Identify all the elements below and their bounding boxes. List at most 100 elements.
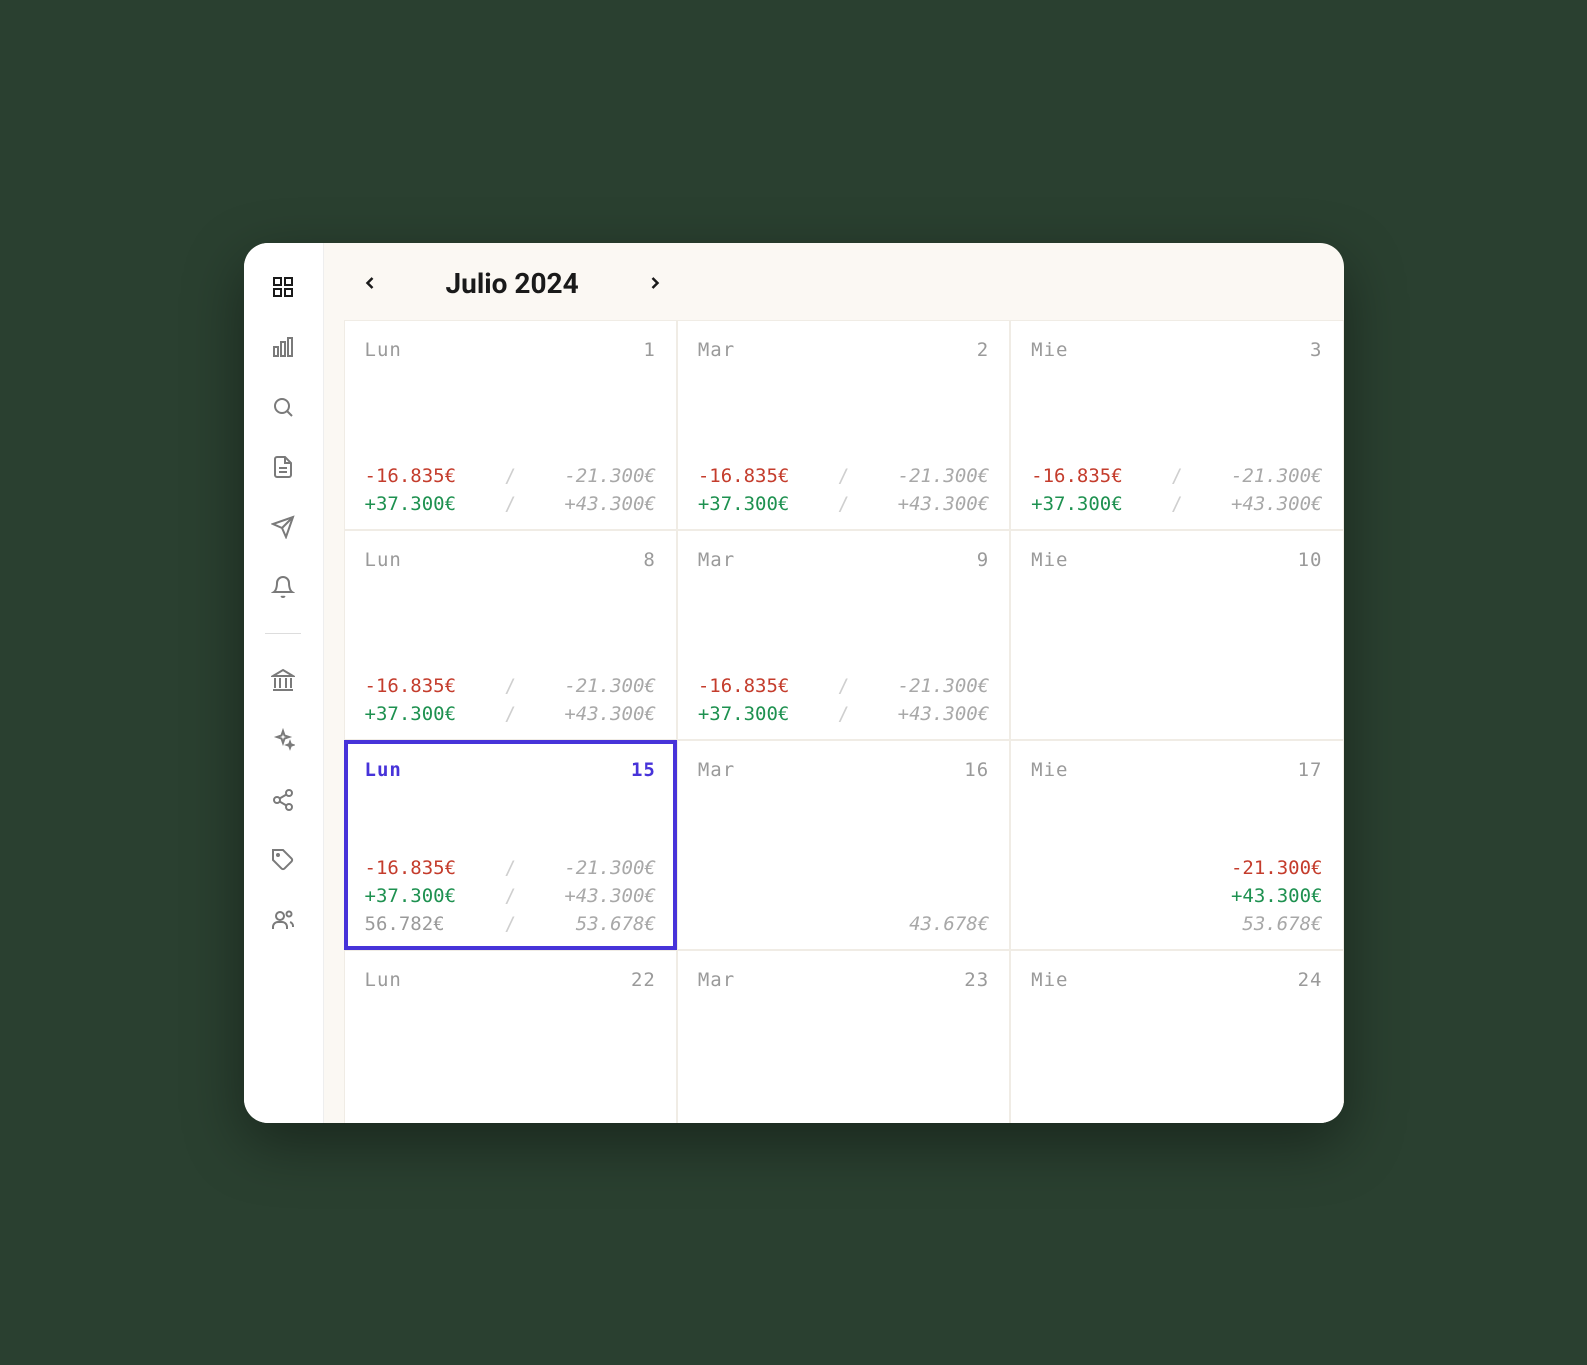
bell-icon[interactable] — [269, 573, 297, 601]
sidebar — [244, 243, 324, 1123]
day-of-week: Mar — [698, 759, 735, 781]
amount-right: 43.678€ — [909, 913, 989, 935]
month-title: Julio 2024 — [446, 267, 579, 300]
slash-separator: / — [1171, 493, 1182, 515]
day-header: Mar9 — [698, 549, 989, 571]
amount-right: +43.300€ — [564, 885, 656, 907]
slash-separator: / — [838, 465, 849, 487]
day-cell[interactable]: Mie3 -16.835€ / -21.300€ +37.300€ / +43.300€ — [1010, 320, 1343, 530]
day-cell[interactable]: Mar 16 43.678€ — [677, 740, 1010, 950]
amount-row: -21.300€ — [1031, 857, 1322, 879]
day-amounts: -16.835€/-21.300€+37.300€/+43.300€ — [365, 465, 656, 515]
amount-left: +37.300€ — [1031, 493, 1123, 515]
day-of-week: Mie — [1031, 549, 1068, 571]
day-header: Lun1 — [365, 339, 656, 361]
day-header: Mie 17 — [1031, 759, 1322, 781]
amount-left: -16.835€ — [365, 465, 457, 487]
amount-row: -16.835€/-21.300€ — [365, 465, 656, 487]
next-month-button[interactable] — [639, 267, 671, 299]
calendar-grid: Lun1 -16.835€ / -21.300€ +37.300€ / +43.300€ Ma… — [344, 320, 1344, 1123]
amount-right: 53.678€ — [1242, 913, 1322, 935]
day-cell[interactable]: Mie 17 -21.300€ +43.300€ 53.678€ — [1010, 740, 1343, 950]
amount-row: -16.835€/-21.300€ — [698, 675, 989, 697]
day-cell[interactable]: Mar2-16.835€/-21.300€+37.300€/+43.300€ — [677, 320, 1010, 530]
day-cell[interactable]: Lun1-16.835€/-21.300€+37.300€/+43.300€ — [344, 320, 677, 530]
amount-right: +43.300€ — [564, 703, 656, 725]
amount-left: +37.300€ — [698, 703, 790, 725]
day-cell[interactable]: Lun15-16.835€/-21.300€+37.300€/+43.300€5… — [344, 740, 677, 950]
slash-separator: / — [838, 493, 849, 515]
amount-right: +43.300€ — [1231, 493, 1323, 515]
day-number: 16 — [964, 759, 989, 781]
amount-left: -16.835€ — [1031, 465, 1123, 487]
day-of-week: Mie — [1031, 759, 1068, 781]
day-of-week: Mie — [1031, 969, 1068, 991]
day-of-week: Lun — [365, 759, 402, 781]
amount-row: +37.300€/+43.300€ — [365, 703, 656, 725]
prev-month-button[interactable] — [354, 267, 386, 299]
slash-separator: / — [504, 493, 515, 515]
document-icon[interactable] — [269, 453, 297, 481]
amount-right: -21.300€ — [1231, 465, 1323, 487]
amount-row: +37.300€/+43.300€ — [698, 493, 989, 515]
amount-row: +37.300€/+43.300€ — [698, 703, 989, 725]
grid-icon[interactable] — [269, 273, 297, 301]
sidebar-divider — [265, 633, 301, 634]
day-header: Lun 8 — [365, 549, 656, 571]
day-amounts: -16.835€/-21.300€+37.300€/+43.300€ — [698, 675, 989, 725]
slash-separator: / — [504, 857, 515, 879]
day-amounts: -21.300€ +43.300€ 53.678€ — [1031, 857, 1322, 935]
day-header: Mie 10 — [1031, 549, 1322, 571]
day-of-week: Mar — [698, 339, 735, 361]
amount-left: -16.835€ — [698, 675, 790, 697]
amount-right: -21.300€ — [898, 465, 990, 487]
search-icon[interactable] — [269, 393, 297, 421]
amount-right: -21.300€ — [898, 675, 990, 697]
slash-separator: / — [504, 675, 515, 697]
day-header: Mie24 — [1031, 969, 1322, 991]
day-amounts: -16.835€ / -21.300€ +37.300€/+43.300€ — [365, 675, 656, 725]
amount-left: 56.782€ — [365, 913, 445, 935]
day-cell[interactable]: Mar9-16.835€/-21.300€+37.300€/+43.300€ — [677, 530, 1010, 740]
day-cell[interactable]: Mie24 — [1010, 950, 1343, 1123]
day-of-week: Lun — [365, 549, 402, 571]
send-icon[interactable] — [269, 513, 297, 541]
amount-row: -16.835€ / -21.300€ — [365, 675, 656, 697]
amount-right: +43.300€ — [898, 493, 990, 515]
amount-row: +37.300€/+43.300€ — [365, 493, 656, 515]
day-of-week: Mar — [698, 549, 735, 571]
amount-right: +43.300€ — [564, 493, 656, 515]
slash-separator: / — [504, 465, 515, 487]
day-cell[interactable]: Mie 10 — [1010, 530, 1343, 740]
sparkle-icon[interactable] — [269, 726, 297, 754]
people-icon[interactable] — [269, 906, 297, 934]
day-cell[interactable]: Lun 8 -16.835€ / -21.300€ +37.300€/+43.300€ — [344, 530, 677, 740]
tag-icon[interactable] — [269, 846, 297, 874]
day-number: 8 — [643, 549, 655, 571]
amount-left: +37.300€ — [365, 703, 457, 725]
day-header: Mie3 — [1031, 339, 1322, 361]
amount-left: -16.835€ — [365, 675, 457, 697]
amount-row: -16.835€ / -21.300€ — [365, 857, 656, 879]
amount-row: +37.300€ / +43.300€ — [1031, 493, 1322, 515]
day-cell[interactable]: Mar23 — [677, 950, 1010, 1123]
amount-row — [698, 857, 989, 879]
day-of-week: Mar — [698, 969, 735, 991]
amount-left: -16.835€ — [365, 857, 457, 879]
amount-right: +43.300€ — [1231, 885, 1323, 907]
day-number: 17 — [1298, 759, 1323, 781]
amount-right: 53.678€ — [576, 913, 656, 935]
amount-right: -21.300€ — [564, 675, 656, 697]
bank-icon[interactable] — [269, 666, 297, 694]
day-header: Lun22 — [365, 969, 656, 991]
day-cell[interactable]: Lun22 — [344, 950, 677, 1123]
amount-left: -16.835€ — [698, 465, 790, 487]
slash-separator: / — [838, 703, 849, 725]
day-amounts: -16.835€ / -21.300€ +37.300€ / +43.300€ — [1031, 465, 1322, 515]
chart-icon[interactable] — [269, 333, 297, 361]
share-icon[interactable] — [269, 786, 297, 814]
day-number: 22 — [631, 969, 656, 991]
amount-right: -21.300€ — [564, 857, 656, 879]
day-number: 10 — [1298, 549, 1323, 571]
amount-row: 53.678€ — [1031, 913, 1322, 935]
